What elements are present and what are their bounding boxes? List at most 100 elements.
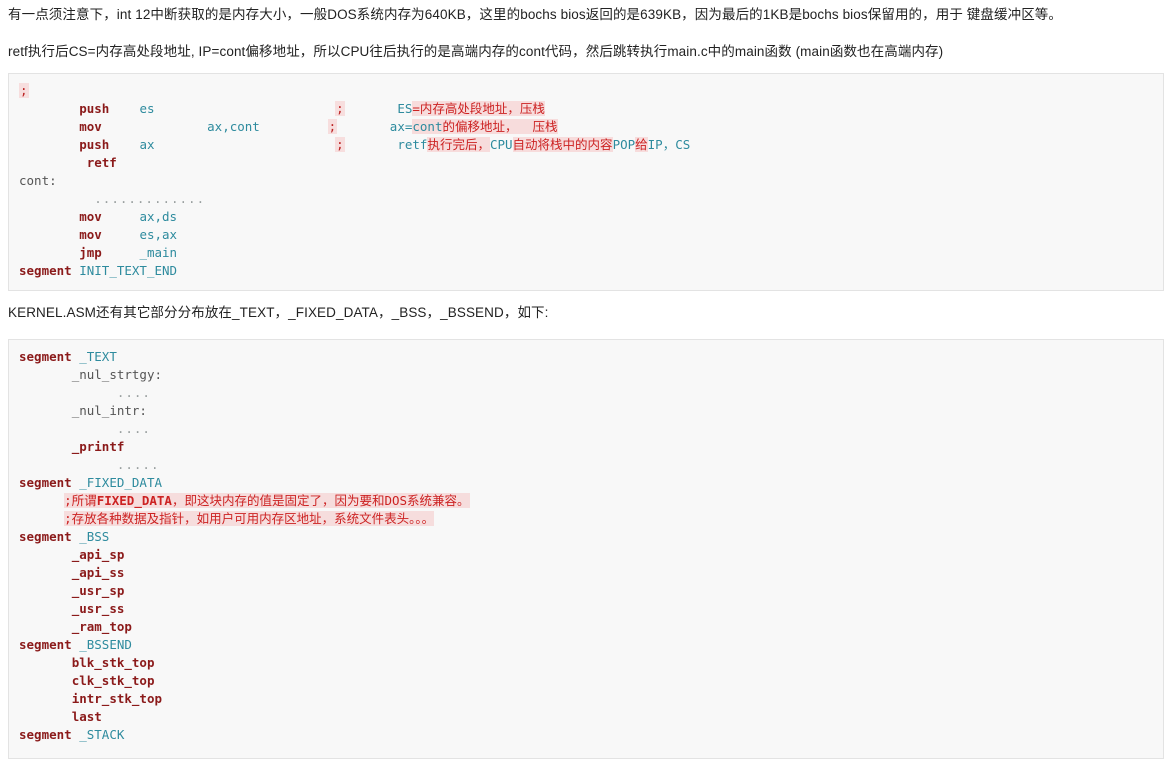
semicolon-token: ; <box>19 82 29 98</box>
code-line: cont: <box>19 172 1153 190</box>
code-line: retf <box>19 154 1153 172</box>
symbol-token: _api_sp <box>71 546 125 562</box>
mnemonic-token: jmp <box>79 244 102 260</box>
operand-token: ax <box>139 136 155 152</box>
symbol-token: _usr_ss <box>71 600 125 616</box>
ellipsis-dots: ............. <box>94 190 206 206</box>
paragraph-retf-note: retf执行后CS=内存高处段地址, IP=cont偏移地址，所以CPU往后执行… <box>8 44 944 60</box>
segment-name: _BSS <box>79 528 110 544</box>
segment-name: _STACK <box>79 726 125 742</box>
code-block-init-text: ; push es ; ES=内存高处段地址，压栈 mov ax,cont ; … <box>8 72 1164 291</box>
operand-token: es <box>139 100 155 116</box>
code-block-segments: segment _TEXT _nul_strtgy: .... _nul_int… <box>8 338 1164 759</box>
paragraph-kernel-asm-note: KERNEL.ASM还有其它部分分布放在_TEXT，_FIXED_DATA，_B… <box>8 304 549 320</box>
code-line: ..... <box>19 456 1153 474</box>
mnemonic-token: mov <box>79 118 102 134</box>
mnemonic-token: retf <box>86 154 117 170</box>
code-line: clk_stk_top <box>19 672 1153 690</box>
mnemonic-token: mov <box>79 226 102 242</box>
comment-body: 执行完后， <box>427 136 490 152</box>
code-line: jmp _main <box>19 244 1153 262</box>
code-line: _ram_top <box>19 618 1153 636</box>
comment-head: retf <box>397 136 428 152</box>
segment-name: _BSSEND <box>79 636 132 652</box>
comment-token-ipcs: IP，CS <box>647 136 691 152</box>
code-listing-2: segment _TEXT _nul_strtgy: .... _nul_int… <box>19 348 1153 744</box>
code-line: ;所谓FIXED_DATA，即这块内存的值是固定了，因为要和DOS系统兼容。 <box>19 492 1153 510</box>
code-line: segment _FIXED_DATA <box>19 474 1153 492</box>
comment-body-3: 给 <box>635 136 648 152</box>
ellipsis-dots: ..... <box>116 456 160 472</box>
comment-rest: ，即这块内存的值是固定了，因为要和DOS系统兼容。 <box>171 492 470 508</box>
symbol-token: clk_stk_top <box>71 672 155 688</box>
comment-prefix: ;所谓 <box>64 492 97 508</box>
symbol-token: _usr_sp <box>71 582 125 598</box>
code-listing-1: ; push es ; ES=内存高处段地址，压栈 mov ax,cont ; … <box>19 82 1153 280</box>
comment-head: ES <box>397 100 413 116</box>
segment-name: _TEXT <box>79 348 117 364</box>
segment-keyword: segment <box>19 474 72 490</box>
mnemonic-token: mov <box>79 208 102 224</box>
code-line: blk_stk_top <box>19 654 1153 672</box>
operand-token: es,ax <box>139 226 178 242</box>
comment-token-pop: POP <box>612 136 636 152</box>
symbol-token: intr_stk_top <box>71 690 162 706</box>
code-line: _nul_intr: <box>19 402 1153 420</box>
operand-token: ax,cont <box>207 118 260 134</box>
symbol-token: _api_ss <box>71 564 125 580</box>
code-line: mov ax,ds <box>19 208 1153 226</box>
symbol-token: last <box>71 708 102 724</box>
segment-keyword: segment <box>19 262 72 278</box>
comment-bold: FIXED_DATA <box>96 492 172 508</box>
segment-name: _FIXED_DATA <box>79 474 163 490</box>
semicolon-token: ; <box>335 100 345 116</box>
code-line: .... <box>19 420 1153 438</box>
comment-body: =内存高处段地址，压栈 <box>412 100 545 116</box>
operand-token: _main <box>139 244 178 260</box>
segment-keyword: segment <box>19 528 72 544</box>
code-line: intr_stk_top <box>19 690 1153 708</box>
segment-keyword: segment <box>19 636 72 652</box>
comment-head: ax= <box>389 118 413 134</box>
comment-body-2: 自动将栈中的内容 <box>512 136 613 152</box>
code-line: mov es,ax <box>19 226 1153 244</box>
ellipsis-dots: .... <box>116 420 151 436</box>
code-line: segment INIT_TEXT_END <box>19 262 1153 280</box>
code-line: last <box>19 708 1153 726</box>
code-line: segment _TEXT <box>19 348 1153 366</box>
code-comment: ;存放各种数据及指针，如用户可用内存区地址，系统文件表头。。。 <box>64 510 435 526</box>
code-line: _usr_ss <box>19 600 1153 618</box>
code-line: _usr_sp <box>19 582 1153 600</box>
segment-name: INIT_TEXT_END <box>79 262 178 278</box>
code-line: _api_ss <box>19 564 1153 582</box>
code-line: segment _BSS <box>19 528 1153 546</box>
code-label: _nul_intr: <box>71 402 147 418</box>
code-line: mov ax,cont ; ax=cont的偏移地址， 压栈 <box>19 118 1153 136</box>
code-line: _printf <box>19 438 1153 456</box>
code-line: ............. <box>19 190 1153 208</box>
symbol-token: _printf <box>71 438 125 454</box>
code-line: push ax ; retf执行完后，CPU自动将栈中的内容POP给IP，CS <box>19 136 1153 154</box>
comment-body: 的偏移地址， 压栈 <box>442 118 558 134</box>
code-line: segment _STACK <box>19 726 1153 744</box>
mnemonic-token: push <box>79 136 110 152</box>
paragraph-int12-note: 有一点须注意下，int 12中断获取的是内存大小，一般DOS系统内存为640KB… <box>8 7 1062 22</box>
code-line: ; <box>19 82 1153 100</box>
segment-keyword: segment <box>19 726 72 742</box>
symbol-token: _ram_top <box>71 618 132 634</box>
code-label: cont: <box>19 172 57 188</box>
segment-keyword: segment <box>19 348 72 364</box>
code-line: _nul_strtgy: <box>19 366 1153 384</box>
code-line: push es ; ES=内存高处段地址，压栈 <box>19 100 1153 118</box>
ellipsis-dots: .... <box>116 384 151 400</box>
code-comment: ;所谓FIXED_DATA，即这块内存的值是固定了，因为要和DOS系统兼容。 <box>64 492 470 508</box>
code-line: segment _BSSEND <box>19 636 1153 654</box>
semicolon-token: ; <box>327 118 338 134</box>
code-line: _api_sp <box>19 546 1153 564</box>
comment-mid: cont <box>412 118 443 134</box>
code-line: ;存放各种数据及指针，如用户可用内存区地址，系统文件表头。。。 <box>19 510 1153 528</box>
mnemonic-token: push <box>79 100 110 116</box>
code-label: _nul_strtgy: <box>71 366 162 382</box>
document-page: 有一点须注意下，int 12中断获取的是内存大小，一般DOS系统内存为640KB… <box>0 0 1176 759</box>
operand-token: ax,ds <box>139 208 178 224</box>
